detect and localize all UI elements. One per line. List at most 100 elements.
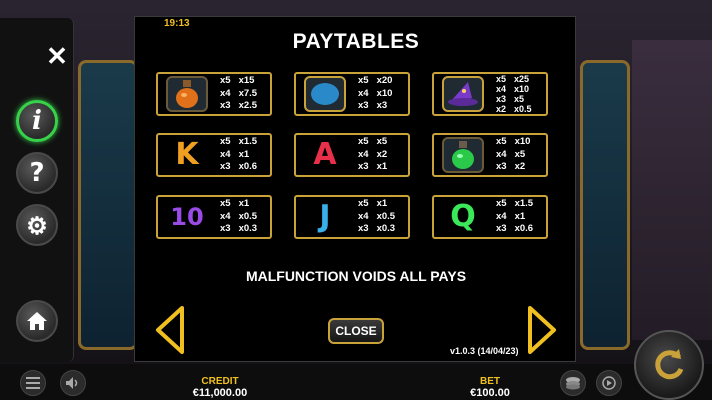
sound-button[interactable]: [60, 370, 86, 396]
pay-row: x4 x1: [492, 211, 537, 224]
pay-row: x3 x5: [492, 94, 536, 104]
symbol-letter: Q: [450, 199, 476, 234]
multiplier: x1.5: [514, 198, 534, 210]
pay-row: x4 x7.5: [216, 88, 261, 101]
count: x5: [496, 74, 507, 84]
pay-row: x3 x2.5: [216, 100, 261, 113]
clock: 19:13: [164, 18, 190, 29]
bet-select-button[interactable]: [560, 370, 586, 396]
background-reel: [580, 60, 630, 350]
count: x4: [358, 210, 369, 222]
symbol-letter: A: [313, 137, 337, 172]
symbol-cell: [158, 74, 216, 114]
pay-row: x3 x3: [354, 100, 396, 113]
menu-button[interactable]: [20, 370, 46, 396]
pay-row: x5 x25: [492, 74, 536, 84]
pay-row: x5 x20: [354, 75, 396, 88]
settings-button[interactable]: ⚙: [16, 204, 58, 246]
count: x5: [496, 136, 507, 148]
moon-gem-icon: [304, 76, 346, 112]
paytable-card: x5 x20 x4 x10 x3 x3: [294, 72, 410, 116]
count: x3: [358, 100, 369, 112]
symbol-cell: 10: [158, 197, 216, 237]
home-button[interactable]: [16, 300, 58, 342]
multiplier: x15: [238, 75, 255, 87]
pay-row: x4 x2: [354, 149, 391, 162]
potion-green-icon: [442, 137, 484, 173]
paytable-card: K x5 x1.5 x4 x1 x3 x0.6: [156, 133, 272, 177]
arrow-left-icon[interactable]: [152, 304, 188, 356]
pay-row: x3 x0.6: [492, 223, 537, 236]
count: x2: [496, 104, 507, 114]
paytable-panel: [134, 16, 576, 362]
count: x3: [220, 161, 231, 173]
pay-row: x5 x1: [216, 198, 261, 211]
count: x3: [496, 223, 507, 235]
arrow-right-icon[interactable]: [524, 304, 560, 356]
pay-row: x5 x10: [492, 136, 534, 149]
count: x3: [220, 223, 231, 235]
help-button[interactable]: ?: [16, 152, 58, 194]
symbol-cell: K: [158, 135, 216, 175]
count: x3: [358, 223, 369, 235]
multiplier: x0.5: [238, 210, 258, 222]
multiplier: x0.5: [376, 210, 396, 222]
pay-row: x5 x15: [216, 75, 261, 88]
credit-label: CREDIT: [201, 376, 239, 387]
multiplier: x2: [514, 161, 526, 173]
multiplier: x1.5: [238, 136, 258, 148]
close-button[interactable]: CLOSE: [328, 318, 384, 344]
count: x4: [220, 210, 231, 222]
pay-row: x3 x0.6: [216, 161, 261, 174]
pay-row: x4 x10: [354, 88, 396, 101]
pay-values: x5 x20 x4 x10 x3 x3: [354, 74, 396, 114]
multiplier: x2.5: [238, 100, 258, 112]
bet-value: €100.00: [470, 387, 510, 399]
count: x5: [220, 75, 231, 87]
multiplier: x1: [376, 198, 388, 210]
pay-values: x5 x1.5 x4 x1 x3 x0.6: [216, 135, 261, 175]
symbol-cell: [296, 74, 354, 114]
multiplier: x25: [514, 74, 530, 84]
symbol-cell: J: [296, 197, 354, 237]
wizard-hat-icon: [442, 76, 484, 112]
spin-icon: [655, 349, 684, 380]
multiplier: x2: [376, 148, 388, 160]
count: x5: [220, 198, 231, 210]
pay-row: x4 x1: [216, 149, 261, 162]
multiplier: x0.3: [238, 223, 258, 235]
count: x4: [496, 84, 507, 94]
pay-values: x5 x1.5 x4 x1 x3 x0.6: [492, 197, 537, 237]
symbol-letter: K: [175, 137, 199, 172]
pay-row: x4 x0.5: [354, 211, 399, 224]
count: x3: [220, 100, 231, 112]
menu-icon: [26, 377, 40, 389]
symbol-cell: [434, 135, 492, 175]
pay-row: x3 x1: [354, 161, 391, 174]
potion-orange-icon: [166, 76, 208, 112]
paytable-card: x5 x10 x4 x5 x3 x2: [432, 133, 548, 177]
multiplier: x5: [376, 136, 388, 148]
multiplier: x0.6: [514, 223, 534, 235]
malfunction-notice: MALFUNCTION VOIDS ALL PAYS: [245, 268, 467, 284]
paytable-card: J x5 x1 x4 x0.5 x3 x0.3: [294, 195, 410, 239]
info-button[interactable]: i: [16, 100, 58, 142]
pay-values: x5 x15 x4 x7.5 x3 x2.5: [216, 74, 261, 114]
autoplay-button[interactable]: [596, 370, 622, 396]
version-label: v1.0.3 (14/04/23): [450, 346, 519, 356]
pay-row: x5 x1.5: [492, 198, 537, 211]
multiplier: x10: [514, 84, 530, 94]
multiplier: x10: [376, 87, 393, 99]
multiplier: x5: [514, 94, 525, 104]
pay-values: x5 x1 x4 x0.5 x3 x0.3: [216, 197, 261, 237]
spin-button[interactable]: [634, 330, 704, 400]
pay-values: x5 x5 x4 x2 x3 x1: [354, 135, 391, 175]
page-title: PAYTABLES: [292, 30, 420, 53]
count: x5: [358, 198, 369, 210]
pay-values: x5 x25 x4 x10 x3 x5 x2 x0.5: [492, 74, 536, 114]
count: x3: [496, 161, 507, 173]
pay-row: x4 x10: [492, 84, 536, 94]
pay-row: x4 x0.5: [216, 211, 261, 224]
pay-row: x5 x5: [354, 136, 391, 149]
multiplier: x5: [514, 148, 526, 160]
